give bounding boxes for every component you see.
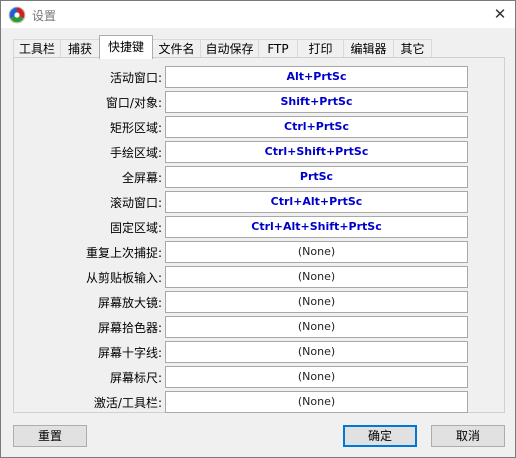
hotkey-field-scrolling[interactable]: Ctrl+Alt+PrtSc: [165, 191, 468, 213]
hotkey-field-fullscreen[interactable]: PrtSc: [165, 166, 468, 188]
tab-ftp[interactable]: FTP: [258, 39, 298, 58]
hotkey-row: 屏幕放大镜: (None): [14, 291, 504, 313]
hotkey-label: 矩形区域:: [109, 121, 162, 135]
hotkey-label: 激活/工具栏:: [93, 396, 162, 410]
hotkey-row: 矩形区域: Ctrl+PrtSc: [14, 116, 504, 138]
tab-editor[interactable]: 编辑器: [343, 39, 394, 58]
title-bar: 设置 ✕: [1, 1, 515, 28]
tab-toolbar[interactable]: 工具栏: [13, 39, 61, 58]
hotkey-label: 活动窗口:: [109, 71, 162, 85]
reset-button[interactable]: 重置: [13, 425, 87, 447]
hotkey-label: 重复上次捕捉:: [85, 246, 162, 260]
hotkey-label: 滚动窗口:: [109, 196, 162, 210]
hotkey-label: 全屏幕:: [121, 171, 162, 185]
tab-filename[interactable]: 文件名: [152, 39, 201, 58]
hotkey-label: 屏幕拾色器:: [97, 321, 162, 335]
tab-hotkeys[interactable]: 快捷键: [99, 35, 153, 59]
hotkey-row: 激活/工具栏: (None): [14, 391, 504, 413]
close-icon: ✕: [493, 5, 507, 23]
hotkey-row: 滚动窗口: Ctrl+Alt+PrtSc: [14, 191, 504, 213]
hotkey-row: 屏幕拾色器: (None): [14, 316, 504, 338]
hotkey-row: 从剪贴板输入: (None): [14, 266, 504, 288]
app-icon: [8, 6, 26, 24]
hotkey-field-color-picker[interactable]: (None): [165, 316, 468, 338]
hotkey-field-ruler[interactable]: (None): [165, 366, 468, 388]
close-button[interactable]: ✕: [485, 1, 515, 28]
hotkey-field-rectangle[interactable]: Ctrl+PrtSc: [165, 116, 468, 138]
hotkey-field-active-window[interactable]: Alt+PrtSc: [165, 66, 468, 88]
cancel-button[interactable]: 取消: [431, 425, 505, 447]
hotkey-label: 窗口/对象:: [105, 96, 162, 110]
hotkey-row: 固定区域: Ctrl+Alt+Shift+PrtSc: [14, 216, 504, 238]
hotkey-row: 屏幕标尺: (None): [14, 366, 504, 388]
hotkey-row: 手绘区域: Ctrl+Shift+PrtSc: [14, 141, 504, 163]
hotkey-label: 屏幕十字线:: [97, 346, 162, 360]
hotkey-label: 屏幕标尺:: [109, 371, 162, 385]
hotkey-label: 从剪贴板输入:: [85, 271, 162, 285]
hotkey-label: 屏幕放大镜:: [97, 296, 162, 310]
hotkeys-panel: 活动窗口: Alt+PrtSc 窗口/对象: Shift+PrtSc 矩形区域:…: [13, 57, 505, 413]
hotkey-field-crosshair[interactable]: (None): [165, 341, 468, 363]
window-title: 设置: [32, 9, 57, 23]
tab-bar: 工具栏 捕获 快捷键 文件名 自动保存 FTP 打印 编辑器 其它: [13, 35, 505, 59]
hotkey-field-freehand[interactable]: Ctrl+Shift+PrtSc: [165, 141, 468, 163]
hotkey-row: 重复上次捕捉: (None): [14, 241, 504, 263]
tab-autosave[interactable]: 自动保存: [200, 39, 259, 58]
hotkey-field-magnifier[interactable]: (None): [165, 291, 468, 313]
hotkey-field-repeat-last[interactable]: (None): [165, 241, 468, 263]
hotkey-row: 窗口/对象: Shift+PrtSc: [14, 91, 504, 113]
hotkey-row: 全屏幕: PrtSc: [14, 166, 504, 188]
hotkey-row: 屏幕十字线: (None): [14, 341, 504, 363]
hotkey-row: 活动窗口: Alt+PrtSc: [14, 66, 504, 88]
tab-capture[interactable]: 捕获: [60, 39, 100, 58]
tab-print[interactable]: 打印: [297, 39, 344, 58]
settings-dialog: 设置 ✕ 工具栏 捕获 快捷键 文件名 自动保存 FTP 打印 编辑器 其它 活…: [0, 0, 516, 458]
tab-other[interactable]: 其它: [393, 39, 432, 58]
hotkey-field-from-clipboard[interactable]: (None): [165, 266, 468, 288]
hotkey-field-fixed-region[interactable]: Ctrl+Alt+Shift+PrtSc: [165, 216, 468, 238]
ok-button[interactable]: 确定: [343, 425, 417, 447]
hotkey-field-window-object[interactable]: Shift+PrtSc: [165, 91, 468, 113]
hotkey-label: 固定区域:: [109, 221, 162, 235]
hotkey-label: 手绘区域:: [109, 146, 162, 160]
hotkey-field-activate-toolbar[interactable]: (None): [165, 391, 468, 413]
